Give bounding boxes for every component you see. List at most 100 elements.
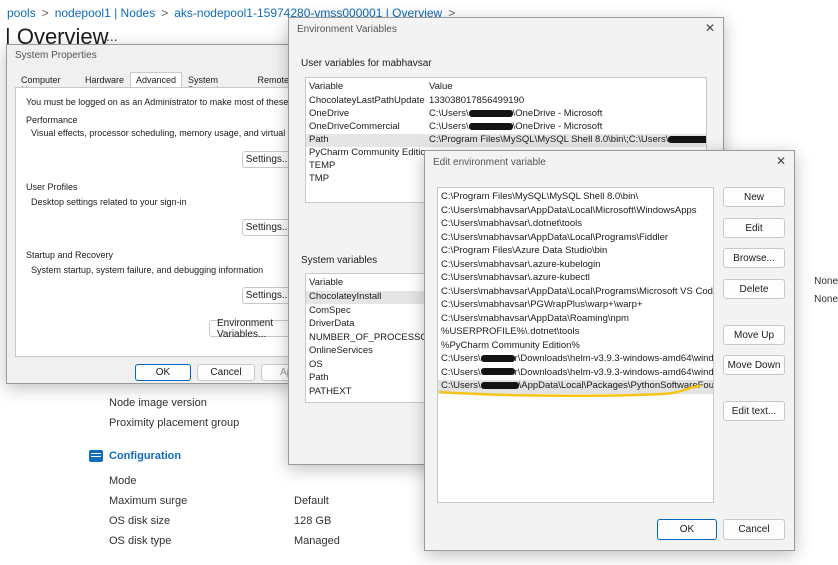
list-item[interactable]: ChocolateyLastPathUpdate 133038017856499… [306,95,706,108]
configuration-heading-label: Configuration [109,450,182,462]
list-item-selected[interactable]: Path C:\Program Files\MySQL\MySQL Shell … [306,134,706,147]
value-prefix: C:\Users\ [429,108,469,119]
performance-heading: Performance [26,115,78,125]
performance-settings-button[interactable]: Settings... [242,151,294,168]
list-item[interactable]: OneDriveCommercial C:\Users\ \OneDrive - … [306,121,706,134]
system-variables-label: System variables [301,255,378,266]
entry-suffix: r\Downloads\helm-v3.9.3-windows-amd64\wi… [514,353,714,364]
variable-value: C:\Users\ \OneDrive - Microsoft [429,108,602,119]
list-item[interactable]: C:\Users\ r\Downloads\helm-v3.9.3-windows… [438,353,713,367]
list-item[interactable]: C:\Users\mabhavsar\.azure-kubectl [438,272,713,286]
edge-value: None [814,294,838,305]
list-header: Variable Value [306,81,706,94]
list-item[interactable]: C:\Users\mabhavsar\.dotnet\tools [438,218,713,232]
redaction-mark [668,135,706,143]
variable-name: TEMP [309,160,336,171]
config-value-os-disk-type: Managed [294,535,340,547]
value-prefix: C:\Users\ [429,121,469,132]
edit-text-button[interactable]: Edit text... [723,401,785,421]
ok-button[interactable]: OK [657,519,717,540]
breadcrumb-separator: > [41,6,49,20]
list-item[interactable]: C:\Users\ r\Downloads\helm-v3.9.3-windows… [438,367,713,381]
system-properties-window: System Properties Computer Name Hardware… [6,44,327,384]
move-down-button[interactable]: Move Down [723,355,785,375]
startup-recovery-settings-button[interactable]: Settings... [242,287,294,304]
list-item[interactable]: OneDrive C:\Users\ \OneDrive - Microsoft [306,108,706,121]
variable-name: DriverData [309,318,355,329]
list-item[interactable]: C:\Program Files\MySQL\MySQL Shell 8.0\b… [438,191,713,205]
entry-suffix: r\Downloads\helm-v3.9.3-windows-amd64\wi… [514,366,714,378]
list-item[interactable]: C:\Users\mabhavsar\PGWrapPlus\warp+\warp… [438,299,713,313]
property-label-proximity-placement-group: Proximity placement group [109,417,240,429]
redaction-mark [468,109,513,117]
close-icon[interactable]: ✕ [776,154,786,168]
browse-button[interactable]: Browse... [723,248,785,268]
column-header-variable: Variable [309,277,344,288]
move-up-button[interactable]: Move Up [723,325,785,345]
variable-name: Path [309,134,329,145]
highlight-underline-annotation [438,384,702,397]
variable-name: OnlineServices [309,345,373,356]
redaction-mark [468,122,513,130]
cancel-button[interactable]: Cancel [723,519,785,540]
new-button[interactable]: New [723,187,785,207]
variable-value: C:\Users\ \OneDrive - Microsoft [429,121,602,132]
user-profiles-heading: User Profiles [26,182,78,192]
ok-button[interactable]: OK [135,364,191,381]
column-header-variable: Variable [309,81,344,92]
variable-name: OS [309,359,323,370]
variable-name: OneDrive [309,108,350,119]
admin-note: You must be logged on as an Administrato… [26,97,328,107]
performance-description: Visual effects, processor scheduling, me… [31,128,321,138]
column-header-value: Value [429,81,453,92]
variable-name: ComSpec [309,305,351,316]
startup-recovery-heading: Startup and Recovery [26,250,114,260]
user-variables-label: User variables for mabhavsar [301,58,432,69]
list-item[interactable]: C:\Users\mabhavsar\.azure-kubelogin [438,259,713,273]
edit-button[interactable]: Edit [723,218,785,238]
edge-value: None [814,276,838,287]
close-icon[interactable]: ✕ [705,21,715,35]
config-value-maximum-surge: Default [294,495,329,507]
entry-prefix: C:\Users\ [441,353,481,364]
variable-value: C:\Program Files\MySQL\MySQL Shell 8.0\b… [429,134,706,145]
startup-recovery-description: System startup, system failure, and debu… [31,265,264,275]
entry-prefix: C:\Users\ [441,366,481,378]
cancel-button[interactable]: Cancel [197,364,255,381]
window-title: Edit environment variable [433,157,546,168]
variable-name: TMP [309,173,330,184]
config-label-os-disk-type: OS disk type [109,535,172,547]
redaction-mark [480,354,515,362]
list-item[interactable]: C:\Users\mabhavsar\AppData\Roaming\npm [438,313,713,327]
property-label-node-image-version: Node image version [109,397,207,409]
window-title: System Properties [15,50,97,61]
list-item[interactable]: %PyCharm Community Edition% [438,340,713,354]
list-item[interactable]: C:\Users\mabhavsar\AppData\Local\Microso… [438,205,713,219]
window-title: Environment Variables [297,24,397,35]
redaction-mark [480,368,515,376]
list-item[interactable]: C:\Users\mabhavsar\AppData\Local\Program… [438,232,713,246]
variable-name: NUMBER_OF_PROCESSORS [309,332,441,343]
breadcrumb-nodepool[interactable]: nodepool1 | Nodes [55,6,156,20]
edit-environment-variable-window: Edit environment variable ✕ C:\Program F… [424,150,795,551]
variable-name: Path [309,372,329,383]
value-suffix: \OneDrive - Microsoft [512,121,603,132]
breadcrumb-pools[interactable]: pools [7,6,36,20]
variable-name: ChocolateyInstall [309,291,382,302]
value-suffix: \OneDrive - Microsoft [512,108,603,119]
user-profiles-settings-button[interactable]: Settings... [242,219,294,236]
list-item[interactable]: C:\Program Files\Azure Data Studio\bin [438,245,713,259]
user-profiles-description: Desktop settings related to your sign-in [31,197,187,207]
path-entries-list[interactable]: C:\Program Files\MySQL\MySQL Shell 8.0\b… [437,187,714,503]
list-item[interactable]: C:\Users\mabhavsar\AppData\Local\Program… [438,286,713,300]
config-value-os-disk-size: 128 GB [294,515,332,527]
more-options-button[interactable]: ... [106,28,118,44]
list-item[interactable]: %USERPROFILE%\.dotnet\tools [438,326,713,340]
variable-value: 133038017856499190 [429,95,525,106]
breadcrumb-separator: > [161,6,169,20]
variable-name: PyCharm Community Edition [309,147,431,158]
advanced-tab-panel: You must be logged on as an Administrato… [15,87,327,357]
delete-button[interactable]: Delete [723,279,785,299]
configuration-heading: Configuration [89,450,181,462]
value-prefix: C:\Program Files\MySQL\MySQL Shell 8.0\b… [429,134,669,145]
